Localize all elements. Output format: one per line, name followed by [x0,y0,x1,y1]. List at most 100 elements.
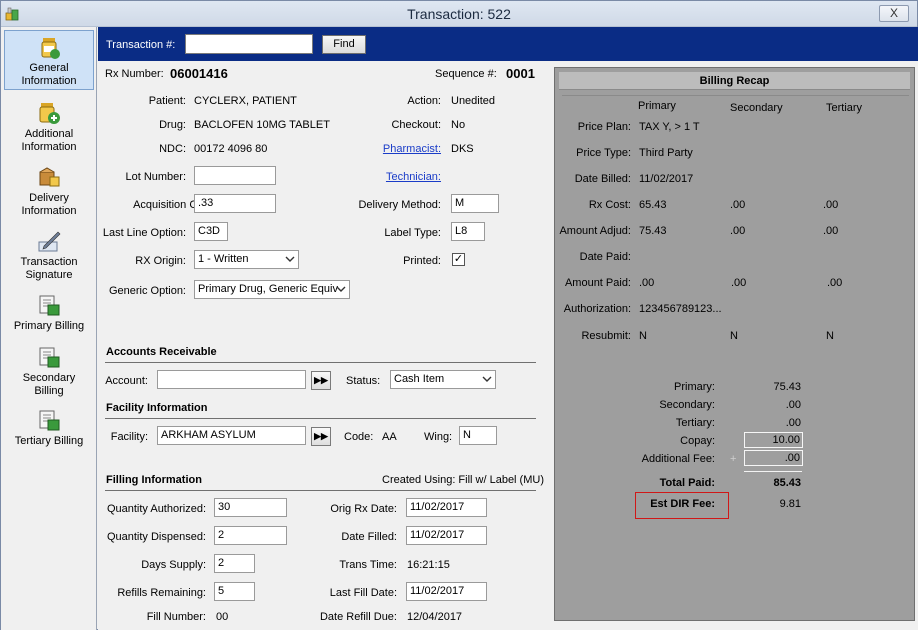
status-value: Cash Item [394,373,445,385]
status-label: Status: [346,375,381,387]
created-using-text: Created Using: Fill w/ Label (MU) [382,474,544,486]
sidebar-item-transaction-signature[interactable]: Transaction Signature [4,225,94,283]
recap-amount-paid-primary: .00 [639,277,655,289]
summary-label-primary: Primary: [674,381,715,393]
billing-icon [39,295,60,316]
last-fill-date-label: Last Fill Date: [329,587,397,599]
summary-label-secondary: Secondary: [659,399,715,411]
transaction-number-input[interactable] [185,34,313,54]
recap-authorization-primary: 123456789123... [639,303,722,315]
status-select[interactable]: Cash Item [390,370,496,389]
wing-label: Wing: [424,431,453,443]
sidebar-item-label: General Information [21,62,77,87]
delivery-method-label: Delivery Method: [358,199,441,211]
sidebar-item-general-information[interactable]: General Information [4,30,94,90]
date-filled-label: Date Filled: [341,531,397,543]
printed-checkbox[interactable]: ✓ [452,253,465,266]
sidebar-item-label: Secondary Billing [22,372,76,397]
recap-resubmit-secondary: N [730,330,738,342]
sidebar: General Information Additional Informati… [1,27,97,630]
quantity-authorized-label: Quantity Authorized: [106,503,206,515]
acquisition-cost-input[interactable]: .33 [194,194,276,213]
close-button[interactable]: X [879,5,909,22]
pill-bottle-icon [41,38,60,59]
total-divider [744,471,802,472]
wing-input[interactable]: N [459,426,497,445]
sidebar-item-tertiary-billing[interactable]: Tertiary Billing [4,404,94,448]
account-input[interactable] [157,370,306,389]
sidebar-item-label: Additional Information [21,128,77,153]
technician-link[interactable]: Technician: [341,171,441,183]
recap-rx-cost-primary: 65.43 [639,199,667,211]
sequence-label: Sequence #: [435,68,497,80]
sidebar-item-label: Primary Billing [13,320,85,332]
orig-rx-date-input[interactable]: 11/02/2017 [406,498,487,517]
facility-lookup-button[interactable]: ▶▶ [311,427,331,446]
refills-remaining-input[interactable]: 5 [214,582,255,601]
find-button[interactable]: Find [322,35,366,54]
drug-value: BACLOFEN 10MG TABLET [194,119,330,131]
recap-label-date-billed: Date Billed: [574,173,631,185]
sidebar-item-additional-information[interactable]: Additional Information [4,97,94,155]
recap-label-price-plan: Price Plan: [577,121,631,133]
billing-icon [39,347,60,368]
section-divider [105,490,536,491]
last-line-option-input[interactable]: C3D [194,222,228,241]
sidebar-item-label: Transaction Signature [20,256,78,281]
patient-label: Patient: [148,95,186,107]
recap-label-amount-adjud: Amount Adjud: [559,225,631,237]
facility-label: Facility: [110,431,148,443]
date-refill-due-value: 12/04/2017 [407,611,463,623]
recap-label-resubmit: Resubmit: [581,330,631,342]
section-divider [105,418,536,419]
delivery-box-icon [39,167,60,187]
label-type-input[interactable]: L8 [451,222,485,241]
quantity-authorized-input[interactable]: 30 [214,498,287,517]
recap-price-type-primary: Third Party [639,147,693,159]
lot-number-input[interactable] [194,166,276,185]
account-label: Account: [105,375,148,387]
additional-fee-input[interactable]: .00 [744,450,803,466]
last-fill-date-input[interactable]: 11/02/2017 [406,582,487,601]
recap-label-rx-cost: Rx Cost: [588,199,631,211]
rx-number-value: 06001416 [170,66,228,81]
account-lookup-button[interactable]: ▶▶ [311,371,331,390]
recap-label-date-paid: Date Paid: [579,251,631,263]
quantity-dispensed-input[interactable]: 2 [214,526,287,545]
billing-recap-panel: Billing Recap Primary Secondary Tertiary… [554,67,915,621]
title-bar: Transaction: 522 X [1,1,917,27]
fill-number-label: Fill Number: [146,611,206,623]
summary-value-secondary: .00 [785,399,801,411]
recap-resubmit-primary: N [639,330,647,342]
recap-label-price-type: Price Type: [576,147,631,159]
column-header-secondary: Secondary [730,102,783,114]
recap-amount-paid-secondary: .00 [731,277,747,289]
sidebar-item-secondary-billing[interactable]: Secondary Billing [4,341,94,399]
action-label: Action: [407,95,441,107]
label-type-label: Label Type: [384,227,441,239]
recap-rx-cost-secondary: .00 [730,199,746,211]
facility-input[interactable]: ARKHAM ASYLUM [157,426,306,445]
main-panel: Rx Number: 06001416 Sequence #: 0001 Pat… [98,61,918,630]
facility-information-heading: Facility Information [106,402,208,414]
sidebar-item-delivery-information[interactable]: Delivery Information [4,161,94,219]
window-title: Transaction: 522 [407,6,511,22]
generic-option-select[interactable]: Primary Drug, Generic Equiv [194,280,350,299]
sidebar-item-primary-billing[interactable]: Primary Billing [4,289,94,333]
recap-price-plan-primary: TAX Y, > 1 T [639,121,700,133]
recap-date-billed-primary: 11/02/2017 [639,173,694,185]
generic-option-value: Primary Drug, Generic Equiv [198,283,338,295]
chevron-down-icon [482,376,492,382]
copay-input[interactable]: 10.00 [744,432,803,448]
delivery-method-input[interactable]: M [451,194,499,213]
transaction-number-label: Transaction #: [106,39,176,51]
recap-amount-adjud-secondary: .00 [730,225,746,237]
rx-origin-select[interactable]: 1 - Written [194,250,299,269]
fill-number-value: 00 [216,611,229,623]
pill-bottle-add-icon [39,103,60,124]
date-filled-input[interactable]: 11/02/2017 [406,526,487,545]
pharmacist-link[interactable]: Pharmacist: [341,143,441,155]
search-bar: Transaction #: Find [98,27,918,61]
days-supply-input[interactable]: 2 [214,554,255,573]
ndc-label: NDC: [159,143,186,155]
